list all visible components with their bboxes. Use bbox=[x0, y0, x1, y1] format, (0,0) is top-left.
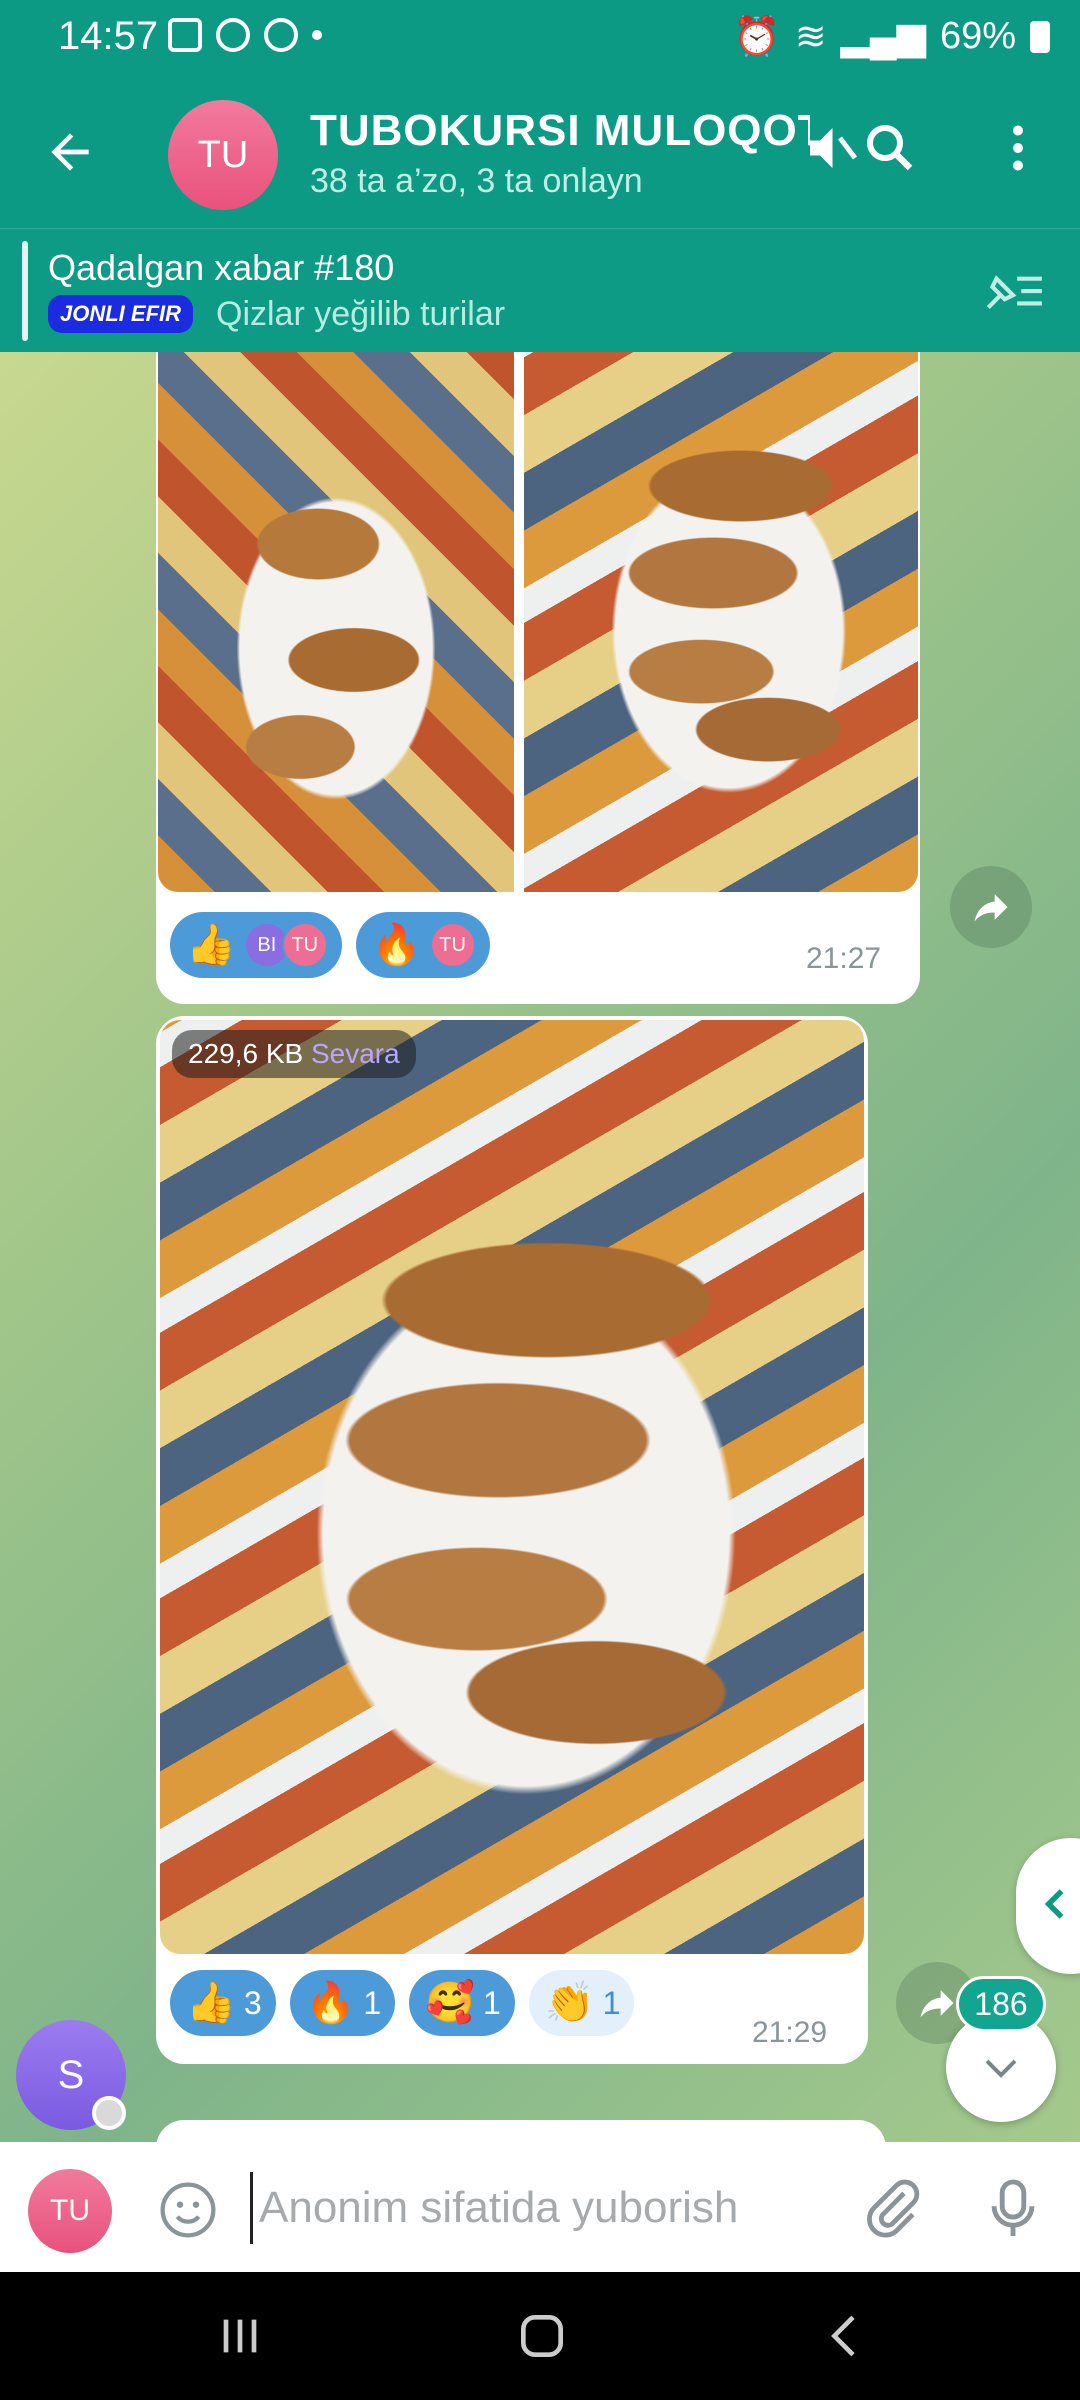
chat-subtitle: 38 ta a’zo, 3 ta onlayn bbox=[310, 162, 643, 200]
side-panel-tab[interactable] bbox=[1016, 1838, 1080, 1974]
group-avatar[interactable]: TU bbox=[168, 100, 278, 210]
reaction-fire[interactable]: 🔥 1 bbox=[289, 1970, 396, 2036]
file-size-label: 229,6 KB Sevara bbox=[172, 1030, 416, 1078]
chat-area[interactable]: 👍 BI TU 🔥 TU 21:27 229,6 KB Sevara 👍 3 🔥… bbox=[0, 352, 1080, 2142]
reaction-thumbs-up[interactable]: 👍 BI TU bbox=[170, 912, 342, 978]
message-input[interactable] bbox=[250, 2172, 810, 2244]
send-as-avatar[interactable]: TU bbox=[28, 2169, 112, 2253]
more-notifications-icon bbox=[312, 30, 322, 40]
system-navigation-bar bbox=[0, 2272, 1080, 2400]
search-icon[interactable] bbox=[860, 118, 920, 178]
reaction-count: 1 bbox=[602, 1984, 621, 2021]
gallery-notification-icon bbox=[168, 18, 202, 52]
more-options-icon[interactable] bbox=[988, 118, 1048, 178]
microphone-icon[interactable] bbox=[986, 2176, 1040, 2242]
sender-name[interactable]: Sevara bbox=[311, 1038, 400, 1069]
reaction-count: 1 bbox=[483, 1984, 501, 2021]
forward-button[interactable] bbox=[950, 866, 1032, 948]
chat-header: TU TUBOKURSI MULOQOT 38 ta a’zo, 3 ta on… bbox=[0, 76, 1080, 228]
message-bubble[interactable]: 👍 BI TU 🔥 TU 21:27 bbox=[156, 352, 920, 1004]
reactions-row: 👍 3 🔥 1 🥰 1 👏 1 bbox=[170, 1970, 635, 2036]
reactor-avatar: TU bbox=[429, 922, 476, 968]
online-status-dot bbox=[92, 2096, 126, 2130]
chat-title[interactable]: TUBOKURSI MULOQOT bbox=[310, 106, 810, 156]
sync-notification-icon bbox=[264, 18, 298, 52]
pinned-list-icon[interactable] bbox=[980, 265, 1046, 317]
live-badge: JONLI EFIR bbox=[48, 295, 194, 333]
back-nav-icon[interactable] bbox=[816, 2308, 876, 2364]
muted-icon bbox=[810, 128, 857, 168]
message-bubble[interactable] bbox=[156, 2120, 886, 2142]
reaction-count: 3 bbox=[243, 1984, 262, 2021]
chevron-down-icon bbox=[985, 2059, 1017, 2078]
reaction-thumbs-up[interactable]: 👍 3 bbox=[170, 1970, 276, 2036]
message-time: 21:27 bbox=[806, 942, 882, 975]
message-photo[interactable] bbox=[160, 1020, 864, 1954]
message-photo[interactable] bbox=[524, 352, 918, 892]
message-bubble[interactable]: 229,6 KB Sevara 👍 3 🔥 1 🥰 1 👏 1 21:29 bbox=[156, 1016, 868, 2064]
pinned-message-bar[interactable]: Qadalgan xabar #180 JONLI EFIR Qizlar ye… bbox=[0, 228, 1080, 352]
file-size: 229,6 KB bbox=[188, 1038, 304, 1069]
signal-icon: ▂▄▆ bbox=[840, 16, 926, 58]
reaction-count: 1 bbox=[363, 1984, 382, 2021]
share-icon bbox=[920, 1990, 954, 2018]
battery-icon bbox=[1030, 20, 1050, 53]
reaction-smiling-hearts[interactable]: 🥰 1 bbox=[409, 1970, 515, 2036]
chevron-left-icon bbox=[1044, 1889, 1064, 1919]
status-time: 14:57 bbox=[58, 14, 159, 58]
unread-count-badge: 186 bbox=[956, 1976, 1046, 2032]
battery-percent: 69% bbox=[939, 15, 1016, 57]
home-icon[interactable] bbox=[512, 2308, 572, 2364]
reactions-row: 👍 BI TU 🔥 TU bbox=[170, 912, 490, 978]
recent-apps-icon[interactable] bbox=[210, 2308, 270, 2364]
message-time: 21:29 bbox=[752, 2016, 828, 2049]
pinned-text: Qizlar yeğilib turilar bbox=[216, 295, 506, 333]
reaction-fire[interactable]: 🔥 TU bbox=[355, 912, 490, 978]
wifi-icon: ≋ bbox=[794, 16, 827, 58]
back-arrow-icon[interactable] bbox=[42, 124, 98, 180]
status-bar: 14:57 ⏰ ≋ ▂▄▆ 69% bbox=[0, 0, 1080, 76]
alarm-icon: ⏰ bbox=[733, 15, 781, 58]
reaction-clapping[interactable]: 👏 1 bbox=[528, 1970, 635, 2036]
attach-icon[interactable] bbox=[860, 2176, 924, 2240]
add-notification-icon bbox=[216, 18, 250, 52]
pinned-indicator bbox=[22, 241, 28, 341]
reactor-avatar: TU bbox=[281, 922, 328, 968]
message-photo[interactable] bbox=[158, 352, 514, 892]
emoji-icon[interactable] bbox=[156, 2178, 220, 2242]
message-input-bar: TU bbox=[0, 2142, 1080, 2272]
pinned-title: Qadalgan xabar #180 bbox=[48, 247, 395, 288]
share-icon bbox=[974, 894, 1008, 922]
